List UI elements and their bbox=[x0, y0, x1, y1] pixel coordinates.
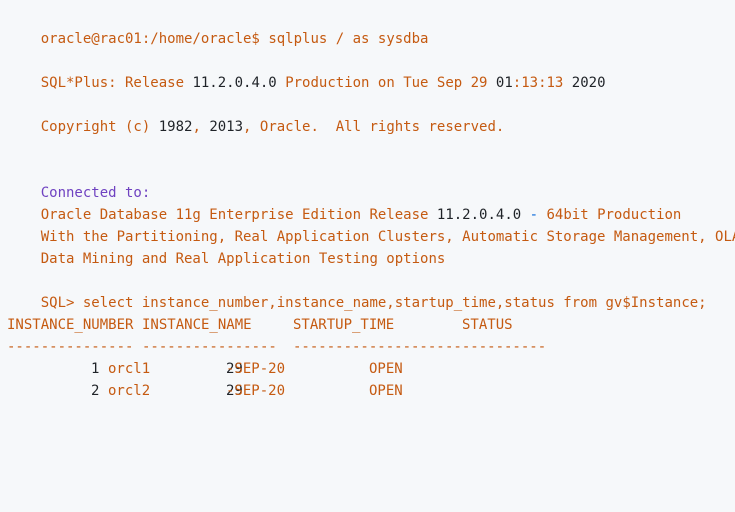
options-text-2: Data Mining and Real Application Testing… bbox=[40, 251, 446, 267]
copyright-prefix: Copyright (c) bbox=[40, 119, 151, 135]
copyright-suffix: , Oracle. All rights reserved. bbox=[243, 119, 505, 135]
shell-prompt: oracle@rac01:/home/oracle$ bbox=[40, 31, 260, 47]
cell-instance-number: 2 bbox=[91, 383, 100, 399]
table-row: 2 orcl2 29 -SEP-20 OPEN bbox=[7, 380, 735, 402]
copyright-year-to: 2013 bbox=[209, 119, 244, 135]
table-separator: ------------ bbox=[445, 339, 547, 355]
banner-version: 11.2.0.4.0 bbox=[192, 75, 277, 91]
table-header-startup-time: STARTUP_TIME bbox=[293, 317, 395, 333]
cell-startup-rest: -SEP-20 bbox=[226, 361, 286, 377]
cell-instance-number: 1 bbox=[91, 361, 100, 377]
table-header-status: STATUS bbox=[462, 317, 513, 333]
table-header-instance-number: INSTANCE_NUMBER bbox=[7, 317, 134, 333]
table-separator-row: --------------- ---------------- -------… bbox=[7, 336, 735, 358]
table-header-row: INSTANCE_NUMBER INSTANCE_NAME STARTUP_TI… bbox=[7, 314, 735, 336]
terminal-window[interactable]: oracle@rac01:/home/oracle$ sqlplus / as … bbox=[0, 0, 735, 410]
options-text-1: With the Partitioning, Real Application … bbox=[40, 229, 735, 245]
banner-time-rest: :13:13 bbox=[512, 75, 564, 91]
cell-instance-name: orcl2 bbox=[108, 383, 151, 399]
table-row: 1 orcl1 29 -SEP-20 OPEN bbox=[7, 358, 735, 380]
cell-status: OPEN bbox=[369, 383, 403, 399]
sql-query-text: select instance_number,instance_name,sta… bbox=[82, 295, 707, 311]
banner-prefix: SQL*Plus: Release bbox=[40, 75, 185, 91]
cell-startup-rest: -SEP-20 bbox=[226, 383, 286, 399]
connected-label-line: Connected to: bbox=[7, 160, 735, 201]
banner-middle: Production on Tue Sep 29 bbox=[285, 75, 488, 91]
db-version: 11.2.0.4.0 bbox=[436, 207, 522, 223]
banner-year: 2020 bbox=[571, 75, 606, 91]
copyright-line: Copyright (c) 1982, 2013, Oracle. All ri… bbox=[7, 94, 735, 135]
table-separator: --------------- bbox=[7, 339, 134, 355]
banner-time-hour: 01 bbox=[495, 75, 513, 91]
db-suffix: 64bit Production bbox=[546, 207, 682, 223]
copyright-year-from: 1982 bbox=[158, 119, 193, 135]
sql-prompt: SQL> bbox=[40, 295, 75, 311]
table-separator: ---------------- bbox=[142, 339, 277, 355]
cell-instance-name: orcl1 bbox=[108, 361, 151, 377]
connected-label: Connected to: bbox=[40, 185, 151, 201]
db-dash: - bbox=[529, 207, 539, 223]
sqlplus-banner: SQL*Plus: Release 11.2.0.4.0 Production … bbox=[7, 50, 735, 91]
command-line: oracle@rac01:/home/oracle$ sqlplus / as … bbox=[7, 6, 735, 47]
table-separator: ------------------ bbox=[293, 339, 445, 355]
shell-command: sqlplus / as sysdba bbox=[268, 31, 429, 47]
sql-query-line: SQL> select instance_number,instance_nam… bbox=[7, 270, 735, 311]
cell-status: OPEN bbox=[369, 361, 403, 377]
db-prefix: Oracle Database 11g Enterprise Edition R… bbox=[40, 207, 429, 223]
copyright-comma: , bbox=[192, 119, 210, 135]
table-header-instance-name: INSTANCE_NAME bbox=[142, 317, 252, 333]
